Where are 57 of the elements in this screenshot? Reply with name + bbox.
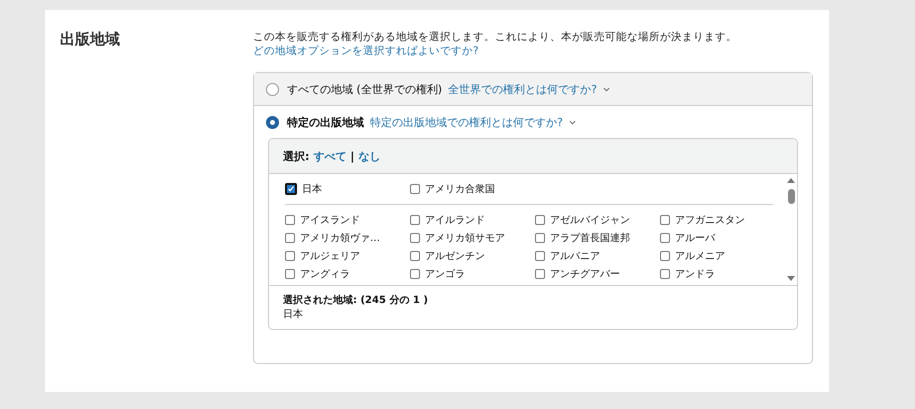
option-label: すべての地域 (全世界での権利) <box>287 82 442 96</box>
info-link[interactable]: 全世界での権利とは何ですか? <box>448 82 597 96</box>
checkbox[interactable] <box>660 215 670 225</box>
country-label: アルジェリア <box>300 250 360 263</box>
country-label: アンゴラ <box>425 268 465 281</box>
radio-button[interactable] <box>266 82 279 96</box>
checkbox[interactable] <box>285 183 297 195</box>
checkbox[interactable] <box>410 251 420 261</box>
select-all-link[interactable]: すべて <box>313 148 346 164</box>
chevron-down-icon <box>568 120 576 124</box>
checkbox[interactable] <box>410 233 420 243</box>
checkbox[interactable] <box>660 269 670 279</box>
country-label: アイルランド <box>425 214 485 227</box>
checkbox[interactable] <box>660 251 670 261</box>
scrollbar-thumb[interactable] <box>788 189 794 204</box>
country-label: 日本 <box>302 182 322 196</box>
separator-text: | <box>350 150 354 162</box>
checkbox[interactable] <box>410 269 420 279</box>
country-label: アゼルバイジャン <box>550 214 630 227</box>
country-label: アメリカ合衆国 <box>425 183 495 196</box>
checkbox[interactable] <box>660 233 670 243</box>
info-link[interactable]: 特定の出版地域での権利とは何ですか? <box>370 114 563 130</box>
checkbox[interactable] <box>285 215 295 225</box>
checkbox[interactable] <box>410 184 420 194</box>
country-label: アルバニア <box>550 250 600 263</box>
description-text: この本を販売する権利がある地域を選択します。これにより、本が販売可能な場所が決まります。 どの地域オプションを選択すればよいですか? <box>253 30 738 58</box>
summary-value: 日本 <box>283 308 304 321</box>
select-none-link[interactable]: なし <box>358 148 380 164</box>
country-label: アメリカ領ヴァ… <box>300 232 380 245</box>
radio-button[interactable] <box>266 116 279 128</box>
country-label: アラブ首長国連邦 <box>550 232 630 245</box>
country-label: アルゼンチン <box>425 250 485 263</box>
checkmark-icon <box>287 185 295 193</box>
country-label: アルーバ <box>675 232 715 245</box>
checkbox[interactable] <box>535 269 545 279</box>
country-label: アイスランド <box>300 214 360 227</box>
country-label: アングィラ <box>300 268 350 281</box>
checkbox[interactable] <box>410 215 420 225</box>
checkbox[interactable] <box>535 233 545 243</box>
country-label: アフガニスタン <box>675 214 745 227</box>
chevron-down-icon <box>602 86 610 92</box>
checkbox[interactable] <box>285 269 295 279</box>
selector-label: 選択: <box>283 148 310 164</box>
country-label: アルメニア <box>675 250 725 263</box>
checkbox[interactable] <box>535 215 545 225</box>
scroll-up-icon[interactable] <box>787 178 795 183</box>
scroll-down-icon[interactable] <box>787 276 795 281</box>
summary-label: 選択された地域: (245 分の 1 ) <box>283 294 429 307</box>
country-label: アンドラ <box>675 268 715 281</box>
checkbox[interactable] <box>285 233 295 243</box>
checkbox[interactable] <box>535 251 545 261</box>
help-link[interactable]: どの地域オプションを選択すればよいですか? <box>253 45 479 57</box>
option-label: 特定の出版地域 <box>287 114 364 130</box>
country-label: アメリカ領サモア <box>425 232 505 245</box>
checkbox[interactable] <box>285 251 295 261</box>
country-label: アンチグアバー <box>550 268 620 281</box>
section-title: 出版地域 <box>60 30 120 49</box>
